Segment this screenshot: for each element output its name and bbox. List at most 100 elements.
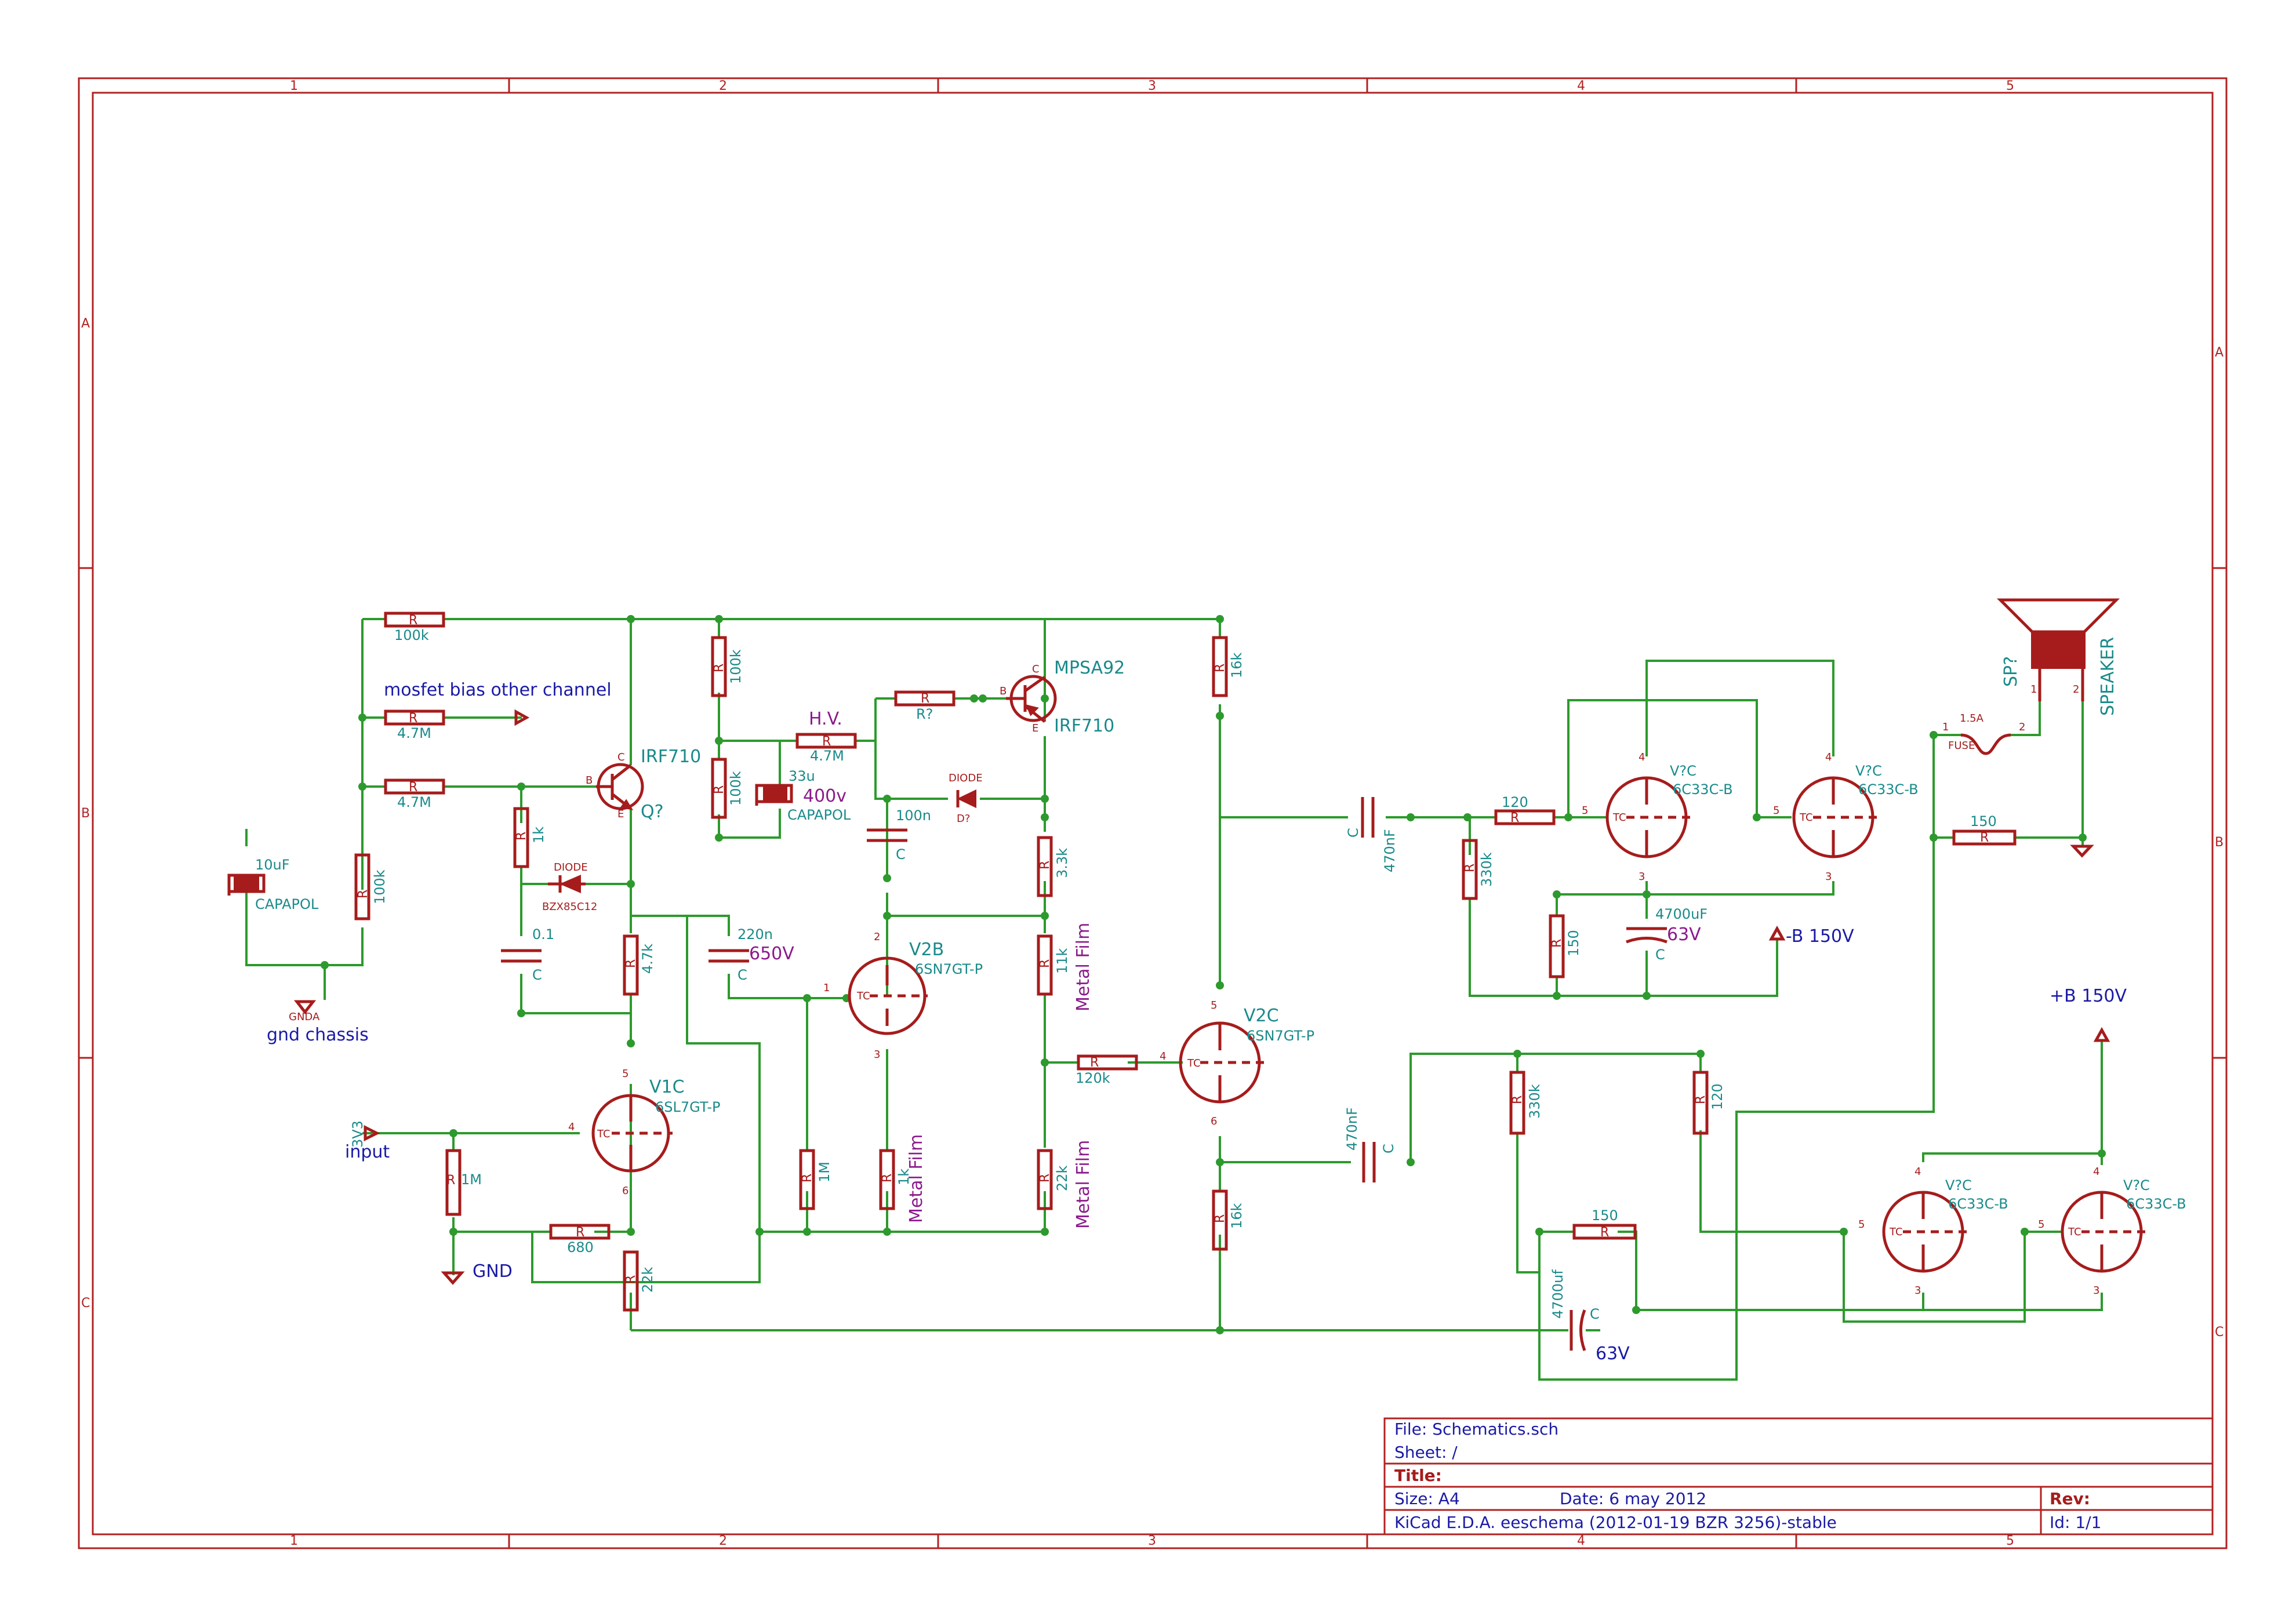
title-block-size: Size: A4 xyxy=(1394,1489,1460,1508)
r1k-bias-ref: R xyxy=(514,832,529,840)
r100k-left-ref: R xyxy=(356,890,370,898)
grid-col-3-top: 3 xyxy=(1148,79,1156,93)
grid-col-2-top: 2 xyxy=(719,79,727,93)
r120k-ref: R xyxy=(1090,1056,1099,1070)
gnda-symbol: GNDA xyxy=(289,1000,320,1023)
schematic-sheet: 1 2 3 4 5 1 2 3 4 5 A B C A B C R 100k R… xyxy=(78,77,2228,1549)
r22k-a-note: Metal Film xyxy=(1073,1140,1093,1229)
resistor-r120k[interactable]: R 120k xyxy=(1076,1054,1138,1086)
q2-value: MPSA92 xyxy=(1054,658,1125,678)
v2c-pin-tc: TC xyxy=(1187,1057,1201,1069)
diode-d2[interactable]: DIODE D? xyxy=(949,772,983,825)
speaker-value: SPEAKER xyxy=(2098,637,2118,716)
gnd-chassis-label: gnd chassis xyxy=(267,1025,369,1045)
resistor-r47m-b[interactable]: R 4.7M xyxy=(384,778,445,810)
grid-row-a-right: A xyxy=(2215,345,2224,360)
speaker-sp[interactable]: 1 2 SP? SPEAKER xyxy=(1996,598,2120,716)
grid-row-a-left: A xyxy=(81,316,90,331)
r16k-a-value: 16k xyxy=(1229,652,1245,678)
resistor-r330k-a[interactable]: R 330k xyxy=(1462,839,1495,900)
capacitor-c100n[interactable]: 100n C xyxy=(867,807,931,863)
resistor-r47k[interactable]: R 4.7k xyxy=(623,934,656,996)
capacitor-c4700-b[interactable]: 4700uf C 63V xyxy=(1550,1269,1630,1364)
tube-vtop2[interactable]: 4 5 3 TC V?C 6C33C-B xyxy=(1773,751,1919,883)
c100n-ref: C xyxy=(896,846,906,863)
v1c-ref: V1C xyxy=(649,1077,685,1097)
v2b-pin-2: 2 xyxy=(874,931,880,943)
c33u-voltage: 400v xyxy=(803,786,847,806)
resistor-r100k-b[interactable]: R 100k xyxy=(711,758,744,819)
resistor-r330k-b[interactable]: R 330k xyxy=(1509,1071,1543,1135)
vbot2-pin-4: 4 xyxy=(2093,1166,2099,1178)
input-port[interactable]: 3V3 input xyxy=(345,1120,390,1162)
resistor-r1k-bias[interactable]: R 1k xyxy=(513,807,547,868)
vbot1-pin-tc: TC xyxy=(1889,1226,1903,1238)
tube-vbot1[interactable]: 4 5 3 TC V?C 6C33C-B xyxy=(1858,1166,2008,1297)
resistor-rq[interactable]: R R? xyxy=(894,690,956,722)
output-gnd-symbol xyxy=(2070,845,2094,858)
resistor-r1m-a[interactable]: R 1M xyxy=(799,1149,833,1210)
neg-b-label: -B 150V xyxy=(1786,926,1854,947)
resistor-r100k-a[interactable]: R 100k xyxy=(711,636,744,697)
resistor-r33k[interactable]: R 3.3k xyxy=(1037,836,1070,897)
capacitor-c470n-a[interactable]: C 470nF xyxy=(1345,797,1398,872)
bias-note: mosfet bias other channel xyxy=(384,680,612,700)
resistor-r120-b[interactable]: R 120 xyxy=(1692,1071,1725,1135)
resistor-r150-out[interactable]: R 150 xyxy=(1952,813,2017,846)
v2b-pin-tc: TC xyxy=(856,990,870,1002)
resistor-r22k-a[interactable]: R 22k Metal Film xyxy=(1037,1140,1093,1229)
vbot1-pin-3: 3 xyxy=(1914,1284,1921,1297)
capacitor-c220n[interactable]: 220n 650V C xyxy=(709,926,794,983)
v2c-pin-4: 4 xyxy=(1160,1050,1166,1062)
vtop1-value: 6C33C-B xyxy=(1673,781,1733,798)
transistor-q2-mpsa92[interactable]: B C E MPSA92 IRF710 xyxy=(1000,658,1125,736)
zener-diode-bzx85c12[interactable]: DIODE BZX85C12 xyxy=(542,861,597,913)
capacitor-c33u[interactable]: 33u 400v CAPAPOL xyxy=(755,768,851,823)
c01-ref: C xyxy=(532,967,542,983)
r16k-a-ref: R xyxy=(1213,664,1227,672)
resistor-r680[interactable]: R 680 xyxy=(549,1224,611,1256)
capacitor-c01[interactable]: 0.1 C xyxy=(501,926,554,983)
tube-v1c[interactable]: 5 4 6 TC V1C 6SL7GT-P xyxy=(568,1068,720,1197)
v2b-value: 6SN7GT-P xyxy=(915,961,983,977)
v2b-pin-1: 1 xyxy=(823,982,830,994)
resistor-r120-a[interactable]: R 120 xyxy=(1494,794,1556,825)
tube-v2c[interactable]: 5 4 6 TC V2C 6SN7GT-P xyxy=(1160,999,1314,1127)
vbot1-pin-4: 4 xyxy=(1914,1166,1921,1178)
q2-pin-c: C xyxy=(1032,663,1040,675)
grid-row-b-left: B xyxy=(81,806,90,821)
resistor-r11k[interactable]: R 11k Metal Film xyxy=(1037,923,1093,1011)
grid-col-1-bottom: 1 xyxy=(290,1534,298,1548)
vtop1-pin-tc: TC xyxy=(1612,812,1626,824)
capacitor-c10u[interactable]: 10uF CAPAPOL xyxy=(227,857,319,912)
mosfet-q1-irf710[interactable]: B C E IRF710 Q? xyxy=(586,747,701,822)
resistor-r16k-a[interactable]: R 16k xyxy=(1212,636,1245,697)
r330k-b-ref: R xyxy=(1510,1096,1525,1104)
resistor-r100k-left[interactable]: R 100k xyxy=(354,853,388,920)
r330k-b-value: 330k xyxy=(1527,1084,1543,1119)
title-block-date: Date: 6 may 2012 xyxy=(1560,1489,1706,1508)
resistor-r100k-top[interactable]: R 100k xyxy=(384,612,445,643)
r16k-b-value: 16k xyxy=(1229,1203,1245,1229)
resistor-r150-b[interactable]: R 150 xyxy=(1572,1207,1637,1240)
capacitor-c4700-a[interactable]: 4700uF 63V C xyxy=(1626,906,1708,963)
resistor-r22k-b[interactable]: R 22k xyxy=(623,1250,656,1312)
capacitor-c470n-b[interactable]: 470nF C xyxy=(1344,1107,1397,1182)
speaker-ref: SP? xyxy=(2001,656,2021,687)
grid-row-c-left: C xyxy=(81,1296,90,1311)
resistor-r1m-b[interactable]: R 1M xyxy=(445,1149,482,1216)
r47m-b-ref: R xyxy=(409,780,417,795)
resistor-r16k-b[interactable]: R 16k xyxy=(1212,1189,1245,1251)
r150-b-ref: R xyxy=(1600,1225,1609,1240)
r1k-b-note: Metal Film xyxy=(906,1134,927,1223)
r100k-a-value: 100k xyxy=(728,649,744,684)
resistor-r47m-a[interactable]: R 4.7M xyxy=(384,709,445,741)
resistor-rhv[interactable]: R 4.7M H.V. xyxy=(795,709,857,764)
r100k-left-value: 100k xyxy=(372,869,388,904)
r47k-ref: R xyxy=(624,959,638,968)
c4700-a-value: 4700uF xyxy=(1655,906,1708,922)
vbot2-value: 6C33C-B xyxy=(2126,1196,2186,1212)
v2b-ref: V2B xyxy=(909,940,944,960)
resistor-r150-a[interactable]: R 150 xyxy=(1549,914,1582,978)
fuse-1-5a[interactable]: 1 2 1.5A FUSE xyxy=(1942,712,2025,755)
